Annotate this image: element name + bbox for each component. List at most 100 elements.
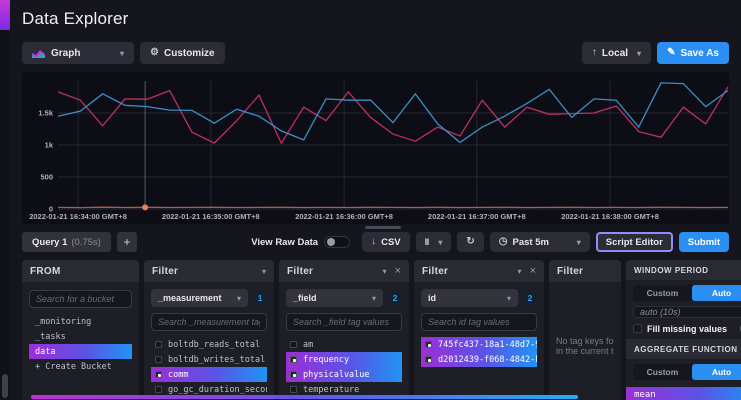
chevron-down-icon: ▾ [438,238,442,247]
line-chart[interactable]: 05001k1.5k2022-01-21 16:34:00 GMT+82022-… [22,72,739,222]
no-tag-keys-message: No tag keys found in the current time ra… [556,289,614,400]
measurement-value-item-label: boltdb_writes_total [168,355,265,365]
submit-button[interactable]: Submit [679,232,729,252]
close-icon[interactable]: × [395,266,401,277]
bucket-item[interactable]: _tasks [29,329,132,344]
id-value-item[interactable]: 745fc437-18a1-48d7-98a6-7… [421,337,537,352]
bucket-item[interactable]: + Create Bucket [29,359,132,374]
field-search-input[interactable] [286,313,402,331]
field-value-item[interactable]: frequency [286,352,402,367]
time-series-graph[interactable]: 05001k1.5k2022-01-21 16:34:00 GMT+82022-… [22,72,729,224]
chevron-down-icon: ▾ [120,49,124,58]
query-tab-label: Query 1 [32,237,67,248]
page-title: Data Explorer [22,9,741,29]
chevron-down-icon[interactable]: ▾ [383,267,387,276]
filter-card-field: Filter ▾ × _field ▾ 2 amfrequency physica… [279,260,409,400]
bucket-item[interactable]: data [29,344,132,359]
timezone-dropdown[interactable]: ↑ Local ▾ [582,42,651,64]
aggregate-function-item[interactable]: mean [626,387,741,400]
filter-card-title: Filter [287,266,313,277]
chevron-down-icon: ▾ [507,294,511,303]
add-query-button[interactable]: + [117,232,137,252]
tag-key-dropdown-field[interactable]: _field ▾ [286,289,383,307]
checkbox [155,386,162,393]
refresh-button[interactable]: ↻ [457,232,483,252]
customize-button[interactable]: ⚙ Customize [140,42,225,64]
view-raw-data-toggle[interactable] [324,236,350,248]
id-value-list: 745fc437-18a1-48d7-98a6-7… d2012439-f068-… [421,337,537,367]
measurement-value-item-label: comm [168,370,188,380]
visualization-type-dropdown[interactable]: Graph ▾ [22,42,134,64]
visualization-type-label: Graph [51,48,80,59]
from-card-title: FROM [30,266,61,277]
window-period-input[interactable]: auto (10s) [633,306,741,318]
chevron-down-icon[interactable]: ▾ [518,267,522,276]
tag-key-dropdown-id[interactable]: id ▾ [421,289,518,307]
builder-horizontal-scrollbar[interactable] [31,395,578,399]
svg-text:1k: 1k [45,141,54,150]
query-builder: FROM _monitoring _tasksdata+ Create Bucke… [10,260,741,400]
app-logo[interactable] [0,0,10,30]
toggle-knob [327,238,335,246]
script-editor-button[interactable]: Script Editor [596,232,673,252]
measurement-value-item[interactable]: boltdb_writes_total [151,352,267,367]
filter-card-title: Filter [557,266,583,277]
script-editor-label: Script Editor [606,237,663,248]
field-value-item[interactable]: physicalvalue [286,367,402,382]
measurement-value-item[interactable]: comm [151,367,267,382]
csv-label: CSV [381,237,401,248]
chevron-down-icon[interactable]: ▾ [262,267,266,276]
checkbox [290,356,297,363]
bucket-search-input[interactable] [29,290,132,308]
query-tab[interactable]: Query 1 (0.75s) [22,232,111,252]
graph-horizontal-scrollbar[interactable] [365,226,401,229]
fill-missing-values-checkbox[interactable] [633,324,642,333]
measurement-value-item-label: boltdb_reads_total [168,340,260,350]
nav-rail-scrollbar[interactable] [2,374,8,398]
chevron-down-icon: ▾ [237,294,241,303]
filter-card-title: Filter [422,266,448,277]
measurement-value-item-label: go_gc_duration_seconds [168,385,267,395]
svg-text:2022-01-21 16:34:00 GMT+8: 2022-01-21 16:34:00 GMT+8 [29,212,127,221]
graph-type-icon [32,49,45,58]
save-as-button[interactable]: ✎ Save As [657,42,729,64]
time-range-label: Past 5m [513,237,549,248]
bucket-list: _monitoring _tasksdata+ Create Bucket [29,314,132,374]
tag-key-dropdown-measurement[interactable]: _measurement ▾ [151,289,248,307]
nav-rail[interactable] [0,0,10,400]
measurement-value-item[interactable]: boltdb_reads_total [151,337,267,352]
measurement-search-input[interactable] [151,313,267,331]
filter-card-title: Filter [152,266,178,277]
id-search-input[interactable] [421,313,537,331]
time-range-dropdown[interactable]: ◷ Past 5m ▾ [490,232,590,252]
window-auto-option[interactable]: Auto [692,285,741,301]
checkbox [290,341,297,348]
pause-icon: ‖ [425,237,430,248]
close-icon[interactable]: × [530,266,536,277]
id-value-item-label: 745fc437-18a1-48d7-98a6-7… [438,340,537,350]
aggregate-auto-option[interactable]: Auto [692,364,741,380]
window-custom-option[interactable]: Custom [633,285,692,301]
aggregate-function-header: AGGREGATE FUNCTION [626,339,741,359]
tag-key-label: _field [293,293,317,303]
field-value-item[interactable]: am [286,337,402,352]
id-value-item[interactable]: d2012439-f068-4842-bfef-8… [421,352,537,367]
window-period-header: WINDOW PERIOD [626,260,741,280]
window-period-panel: WINDOW PERIOD Custom Auto auto (10s) Fil… [626,260,741,400]
bucket-item[interactable]: _monitoring [29,314,132,329]
refresh-icon: ↻ [466,237,474,247]
aggregate-custom-option[interactable]: Custom [633,364,692,380]
field-value-item-label: physicalvalue [303,370,370,380]
checkbox [155,356,162,363]
selected-count-badge: 2 [388,291,402,305]
from-bucket-card: FROM _monitoring _tasksdata+ Create Bucke… [22,260,139,400]
filter-card-id: Filter ▾ × id ▾ 2 745fc437-18a1-48d7-98a… [414,260,544,400]
bucket-item-label: _tasks [35,332,66,342]
checkbox [155,371,162,378]
chevron-down-icon: ▾ [372,294,376,303]
selected-count-badge: 2 [523,291,537,305]
download-csv-button[interactable]: ↓ CSV [362,232,410,252]
filter-card-measurement: Filter ▾ _measurement ▾ 1 boltdb_reads_t… [144,260,274,400]
pause-refresh-dropdown[interactable]: ‖ ▾ [416,232,452,252]
data-explorer-page: Data Explorer Graph ▾ ⚙ Customize ↑ [10,0,741,400]
